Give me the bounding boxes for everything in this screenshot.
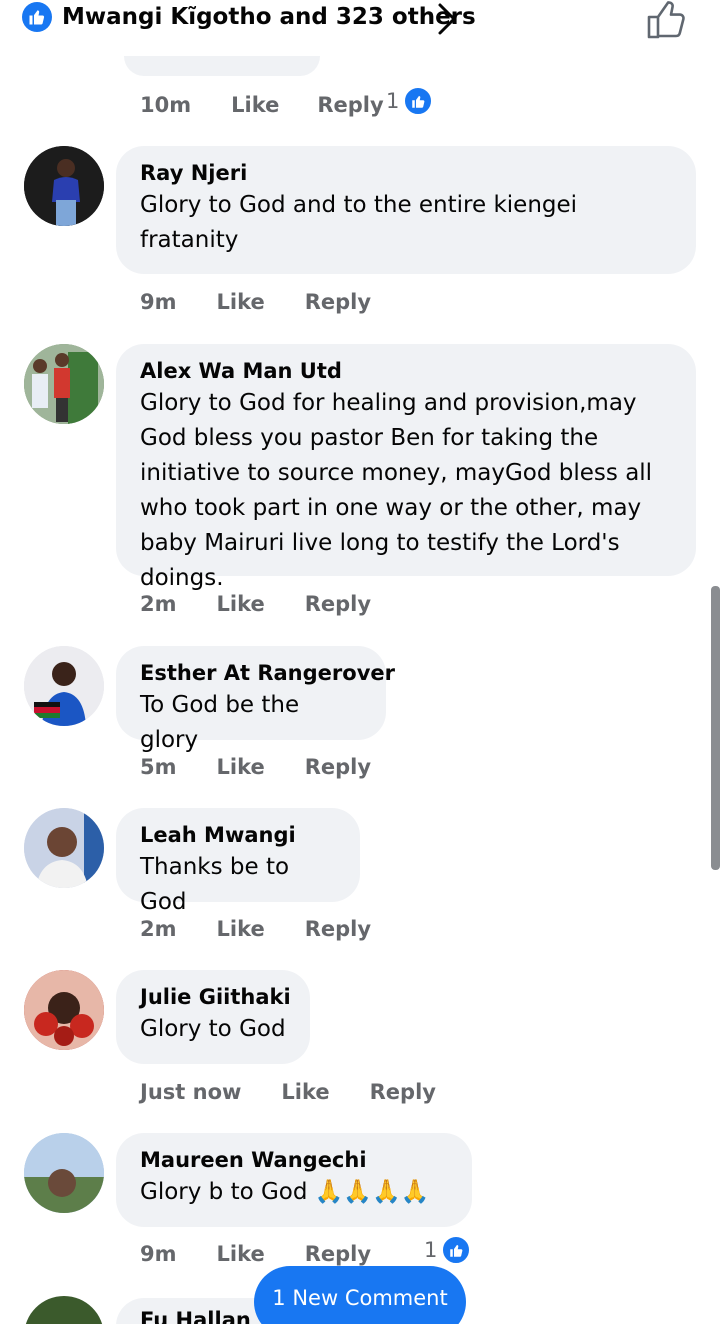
avatar[interactable] [24,970,104,1050]
comment-actions: 5m Like Reply [140,750,371,784]
avatar[interactable] [24,344,104,424]
reply-link[interactable]: Reply [370,1080,436,1104]
reply-link[interactable]: Reply [305,290,371,314]
comment-time: 9m [140,290,177,314]
chevron-right-icon[interactable] [436,2,458,40]
comment-text: Thanks be to God [140,854,290,915]
avatar[interactable] [24,1296,104,1324]
scrollbar[interactable] [711,586,720,870]
reply-link[interactable]: Reply [305,592,371,616]
comment-bubble[interactable]: Leah Mwangi Thanks be to God [116,808,360,915]
previous-comment-bubble [124,56,320,76]
comment-author[interactable]: Maureen Wangechi [140,1145,448,1175]
comment-author[interactable]: Ray Njeri [140,158,672,188]
reactions-header[interactable]: Mwangi Kĩgotho and 323 others [0,0,720,44]
like-link[interactable]: Like [217,290,265,314]
comment-text: Glory to God for healing and provision,m… [140,390,653,591]
comment-bubble[interactable]: Julie Giithaki Glory to God [116,970,310,1064]
like-icon [22,2,52,32]
comment-bubble[interactable]: Ray Njeri Glory to God and to the entire… [116,146,696,274]
reply-link[interactable]: Reply [305,917,371,941]
comment-author[interactable]: Julie Giithaki [140,982,291,1012]
like-link[interactable]: Like [231,93,279,117]
like-link[interactable]: Like [217,917,265,941]
thumbs-up-outline-icon[interactable] [646,0,688,44]
reaction-count[interactable]: 1 [424,1235,472,1265]
avatar[interactable] [24,146,104,226]
reply-link[interactable]: Reply [305,755,371,779]
comment-text: To God be the glory [140,692,300,753]
like-icon [441,1235,472,1265]
comment-time: 9m [140,1242,177,1266]
reply-link[interactable]: Reply [317,93,383,117]
comment-time: Just now [140,1080,242,1104]
like-link[interactable]: Like [217,592,265,616]
comment-actions: Just now Like Reply [140,1075,436,1109]
comment-bubble[interactable]: Esther At Rangerover To God be the glory [116,646,395,753]
like-link[interactable]: Like [281,1080,329,1104]
like-icon [403,86,434,116]
reactors-summary[interactable]: Mwangi Kĩgotho and 323 others [62,2,476,32]
comment-time: 5m [140,755,177,779]
comment-actions: 2m Like Reply [140,912,371,946]
comment-actions: 9m Like Reply [140,285,371,319]
comment-actions: 2m Like Reply [140,587,371,621]
comment-bubble[interactable]: Maureen Wangechi Glory b to God 🙏🙏🙏🙏 [116,1133,472,1227]
comment-author[interactable]: Leah Mwangi [140,820,336,850]
like-link[interactable]: Like [217,1242,265,1266]
new-comment-button[interactable]: 1 New Comment [254,1266,466,1324]
comment-time: 2m [140,592,177,616]
comment-text: Glory to God [140,1016,286,1042]
comment-time: 10m [140,93,192,117]
comment-text: Glory to God and to the entire kiengei f… [140,192,578,253]
previous-comment-actions: 10m Like Reply [140,88,384,122]
avatar[interactable] [24,1133,104,1213]
avatar[interactable] [24,646,104,726]
comment-text: Glory b to God 🙏🙏🙏🙏 [140,1179,430,1205]
like-link[interactable]: Like [217,755,265,779]
reply-link[interactable]: Reply [305,1242,371,1266]
comment-author[interactable]: Alex Wa Man Utd [140,356,672,386]
comment-bubble[interactable]: Alex Wa Man Utd Glory to God for healing… [116,344,696,591]
comment-time: 2m [140,917,177,941]
comment-author[interactable]: Esther At Rangerover [140,658,395,688]
reaction-count[interactable]: 1 [386,86,434,116]
avatar[interactable] [24,808,104,888]
